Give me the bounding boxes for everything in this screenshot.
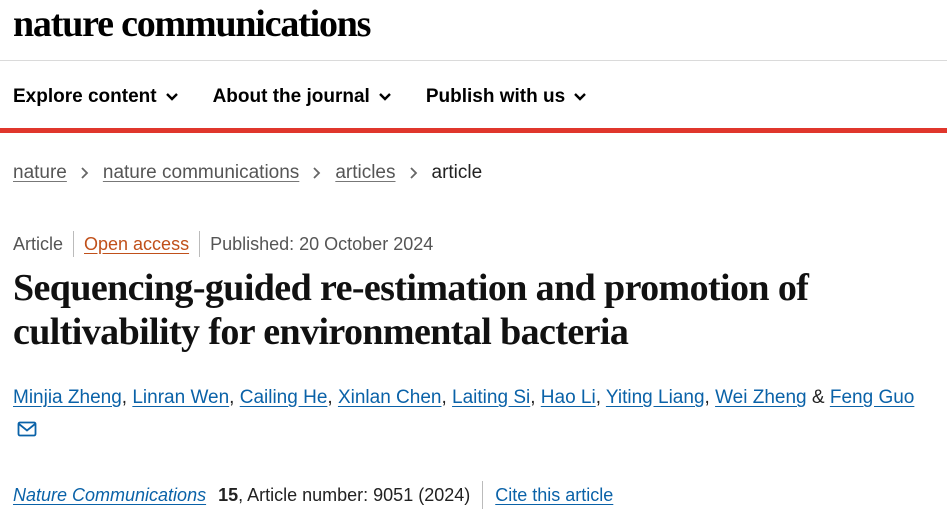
citation-line: Nature Communications 15 , Article numbe…: [13, 481, 613, 509]
main-nav: Explore content About the journal Publis…: [13, 83, 587, 111]
author-separator: ,: [327, 387, 333, 408]
cite-this-article-link[interactable]: Cite this article: [495, 485, 613, 506]
chevron-right-icon: [409, 167, 417, 179]
chevron-down-icon: [165, 93, 178, 101]
nav-label: Explore content: [13, 86, 157, 107]
author-separator: ,: [441, 387, 447, 408]
author-link[interactable]: Laiting Si: [452, 387, 530, 408]
chevron-right-icon: [81, 167, 89, 179]
author-separator: ,: [704, 387, 710, 408]
nav-label: Publish with us: [425, 86, 566, 107]
author-separator: ,: [121, 387, 128, 408]
header-divider: [0, 60, 947, 61]
open-access-link[interactable]: Open access: [84, 234, 189, 255]
author-link[interactable]: Feng Guo: [830, 387, 915, 408]
site-logo[interactable]: nature communications: [13, 2, 371, 46]
breadcrumb-nature[interactable]: nature: [13, 162, 67, 184]
author-link[interactable]: Hao Li: [541, 387, 596, 408]
mail-icon[interactable]: [17, 421, 37, 437]
meta-divider: [73, 231, 75, 257]
author-link[interactable]: Linran Wen: [132, 387, 229, 408]
article-meta: Article Open access Published: 20 Octobe…: [13, 231, 433, 257]
nav-publish-with-us[interactable]: Publish with us: [426, 86, 587, 108]
article-number: , Article number: 9051 (2024): [238, 484, 471, 505]
chevron-down-icon: [574, 93, 587, 101]
breadcrumb: nature nature communications articles ar…: [13, 162, 482, 184]
author-ampersand: &: [811, 387, 825, 408]
citation-divider: [482, 481, 484, 509]
article-title: Sequencing-guided re-estimation and prom…: [13, 267, 809, 353]
nav-about-journal[interactable]: About the journal: [213, 86, 392, 108]
author-link[interactable]: Cailing He: [240, 387, 328, 408]
journal-link[interactable]: Nature Communications: [13, 485, 206, 506]
author-list: Minjia Zheng, Linran Wen, Cailing He, Xi…: [13, 385, 943, 411]
meta-divider: [199, 231, 201, 257]
author-link[interactable]: Xinlan Chen: [338, 387, 442, 408]
nav-explore-content[interactable]: Explore content: [13, 86, 179, 108]
author-separator: ,: [229, 387, 235, 408]
nav-label: About the journal: [212, 86, 370, 107]
volume-number: 15: [218, 484, 239, 505]
header-accent-bar: [0, 128, 947, 133]
author-separator: ,: [595, 387, 601, 408]
published-date: Published: 20 October 2024: [210, 233, 434, 254]
breadcrumb-articles[interactable]: articles: [335, 162, 395, 184]
article-type: Article: [13, 233, 64, 254]
author-separator: ,: [530, 387, 536, 408]
breadcrumb-current: article: [431, 162, 483, 183]
author-link[interactable]: Minjia Zheng: [13, 387, 122, 408]
breadcrumb-nature-communications[interactable]: nature communications: [103, 162, 299, 184]
chevron-down-icon: [378, 93, 391, 101]
author-link[interactable]: Wei Zheng: [715, 387, 807, 408]
author-link[interactable]: Yiting Liang: [606, 387, 705, 408]
chevron-right-icon: [313, 167, 321, 179]
